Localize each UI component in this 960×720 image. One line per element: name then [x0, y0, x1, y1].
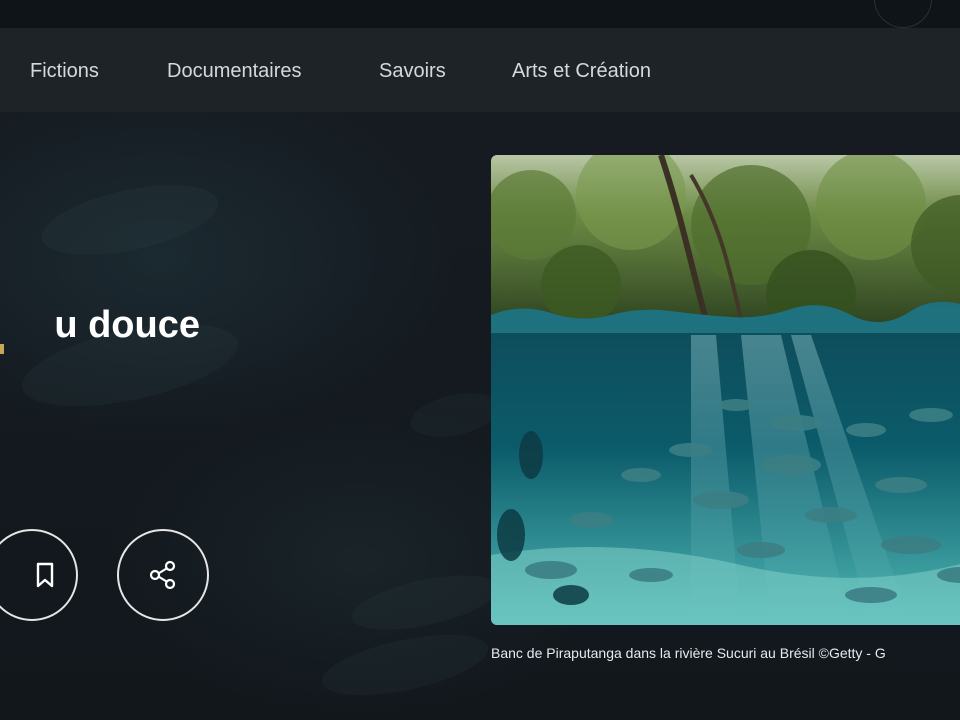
underwater-photo — [491, 155, 960, 625]
page-title-text: u douce — [54, 304, 200, 347]
share-button[interactable] — [117, 529, 209, 621]
background-fish — [346, 564, 504, 641]
nav-item-documentaires[interactable]: Documentaires — [167, 59, 302, 83]
subtitle-accent — [0, 344, 4, 354]
share-icon — [146, 558, 180, 592]
background-fish — [406, 386, 504, 444]
nav-item-arts-et-creation[interactable]: Arts et Création — [512, 59, 651, 83]
top-bar — [0, 0, 960, 28]
hero-image — [491, 155, 960, 625]
background-fish — [35, 171, 225, 269]
bookmark-icon — [34, 561, 56, 589]
profile-circle[interactable] — [874, 0, 932, 28]
image-caption: Banc de Piraputanga dans la rivière Sucu… — [491, 645, 886, 661]
page-title: u douce — [0, 303, 200, 347]
main-navigation: Fictions Documentaires Savoirs Arts et C… — [0, 28, 960, 112]
background-fish — [316, 622, 494, 708]
nav-item-savoirs[interactable]: Savoirs — [379, 59, 446, 83]
page: Fictions Documentaires Savoirs Arts et C… — [0, 0, 960, 720]
nav-item-fictions[interactable]: Fictions — [30, 59, 99, 83]
bookmark-button[interactable] — [0, 529, 78, 621]
